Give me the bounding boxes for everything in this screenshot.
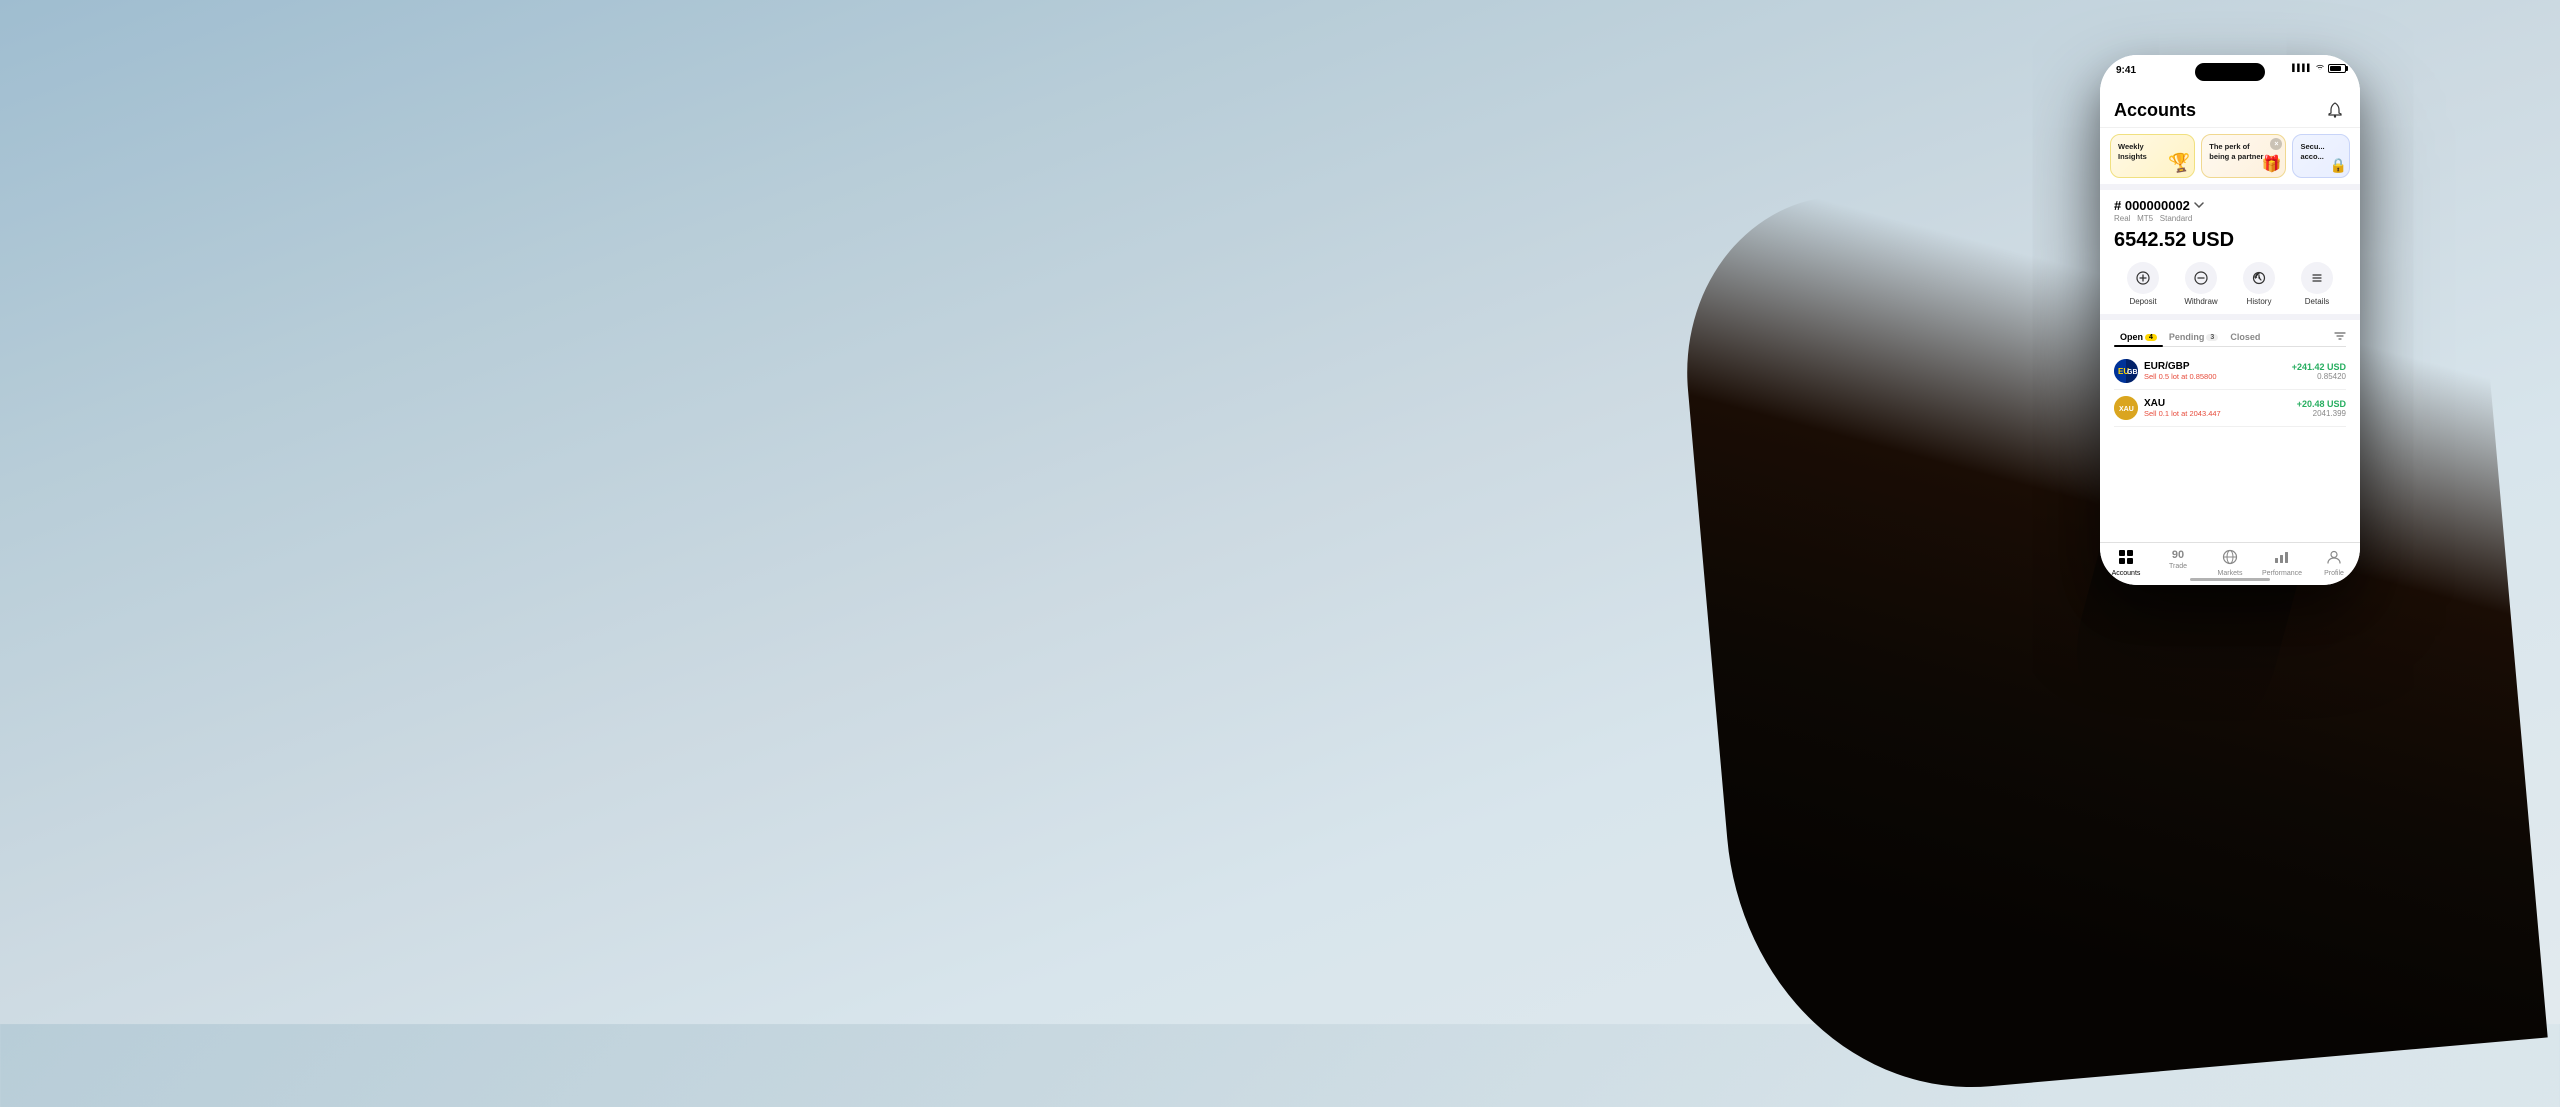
accounts-nav-label: Accounts	[2112, 570, 2141, 577]
tab-pending[interactable]: Pending 3	[2163, 328, 2224, 346]
withdraw-button[interactable]: Withdraw	[2172, 262, 2230, 306]
nav-profile[interactable]: Profile	[2308, 549, 2360, 577]
deposit-button[interactable]: Deposit	[2114, 262, 2172, 306]
action-buttons-row: Deposit Withdraw	[2114, 262, 2346, 306]
tab-open[interactable]: Open 4	[2114, 328, 2163, 346]
xau-profit-section: +20.48 USD 2041.399	[2297, 399, 2346, 418]
status-icons: ▌▌▌▌	[2292, 63, 2346, 73]
tabs-row: Open 4 Pending 3 Closed	[2114, 328, 2346, 347]
trade-list: EU GB EUR/GBP Sell 0.5 lot at 0.85800 +2…	[2100, 347, 2360, 433]
history-icon	[2243, 262, 2275, 294]
details-label: Details	[2305, 297, 2329, 306]
signal-icon: ▌▌▌▌	[2292, 65, 2312, 72]
account-number-row: # 000000002	[2114, 198, 2346, 213]
tab-pending-label: Pending	[2169, 332, 2205, 342]
nav-accounts[interactable]: Accounts	[2100, 549, 2152, 577]
phone-device: 9:41 ▌▌▌▌	[2100, 55, 2360, 585]
home-indicator	[2190, 578, 2270, 581]
dynamic-island	[2195, 63, 2265, 81]
trades-tabs-section: Open 4 Pending 3 Closed	[2100, 314, 2360, 347]
nav-performance[interactable]: Performance	[2256, 549, 2308, 577]
markets-nav-icon	[2222, 549, 2238, 568]
trade-item-eurgbp[interactable]: EU GB EUR/GBP Sell 0.5 lot at 0.85800 +2…	[2114, 353, 2346, 390]
history-label: History	[2247, 297, 2272, 306]
status-bar: 9:41 ▌▌▌▌	[2100, 55, 2360, 91]
account-type-plan: Standard	[2160, 214, 2192, 223]
svg-text:XAU: XAU	[2119, 406, 2134, 413]
promo-card-secure[interactable]: Secu...acco... 🔒	[2292, 134, 2350, 178]
tab-closed[interactable]: Closed	[2224, 328, 2266, 346]
promo-card-weekly[interactable]: WeeklyInsights 🏆	[2110, 134, 2195, 178]
trade-nav-icon: 90	[2172, 549, 2184, 561]
sort-icon[interactable]	[2334, 330, 2346, 345]
performance-nav-label: Performance	[2262, 570, 2302, 577]
account-section: # 000000002 Real MT5 Standard 6542.52 US…	[2100, 184, 2360, 314]
trade-item-xau[interactable]: XAU XAU Sell 0.1 lot at 2043.447 +20.48 …	[2114, 390, 2346, 427]
promo-partner-icon: 🎁	[2262, 154, 2282, 174]
trade-nav-label: Trade	[2169, 563, 2187, 570]
account-dropdown-icon[interactable]	[2194, 200, 2204, 211]
nav-markets[interactable]: Markets	[2204, 549, 2256, 577]
xau-price: 2041.399	[2297, 409, 2346, 418]
xau-flag-icon: XAU	[2114, 396, 2138, 420]
page-title: Accounts	[2114, 100, 2196, 121]
xau-info: XAU Sell 0.1 lot at 2043.447	[2144, 398, 2221, 418]
tab-closed-label: Closed	[2230, 332, 2260, 342]
tab-open-badge: 4	[2145, 334, 2157, 341]
nav-trade[interactable]: 90 Trade	[2152, 549, 2204, 577]
tab-pending-badge: 3	[2206, 334, 2218, 341]
status-time: 9:41	[2116, 65, 2136, 76]
account-meta: Real MT5 Standard	[2114, 214, 2346, 223]
performance-nav-icon	[2274, 549, 2290, 568]
eurgbp-detail: Sell 0.5 lot at 0.85800	[2144, 372, 2217, 381]
details-button[interactable]: Details	[2288, 262, 2346, 306]
account-type-real: Real	[2114, 214, 2130, 223]
account-number-text: # 000000002	[2114, 198, 2190, 213]
phone-screen: 9:41 ▌▌▌▌	[2100, 55, 2360, 585]
battery-icon	[2328, 64, 2346, 73]
withdraw-label: Withdraw	[2184, 297, 2217, 306]
promo-secure-icon: 🔒	[2330, 157, 2347, 174]
promo-cards-section: WeeklyInsights 🏆 × The perk ofbeing a pa…	[2100, 128, 2360, 184]
account-type-mt: MT5	[2137, 214, 2153, 223]
profile-nav-label: Profile	[2324, 570, 2344, 577]
xau-pair: XAU	[2144, 398, 2221, 409]
eurgbp-info: EUR/GBP Sell 0.5 lot at 0.85800	[2144, 361, 2217, 381]
details-icon	[2301, 262, 2333, 294]
profile-nav-icon	[2326, 549, 2342, 568]
eurgbp-profit: +241.42 USD	[2292, 362, 2346, 372]
accounts-nav-icon	[2118, 549, 2134, 568]
phone-body: 9:41 ▌▌▌▌	[2100, 55, 2360, 585]
promo-weekly-icon: 🏆	[2167, 151, 2193, 176]
history-button[interactable]: History	[2230, 262, 2288, 306]
deposit-label: Deposit	[2129, 297, 2156, 306]
eurgbp-price: 0.85420	[2292, 372, 2346, 381]
markets-nav-label: Markets	[2218, 570, 2243, 577]
eurgbp-pair: EUR/GBP	[2144, 361, 2217, 372]
notification-bell-icon[interactable]	[2324, 99, 2346, 121]
xau-detail: Sell 0.1 lot at 2043.447	[2144, 409, 2221, 418]
eurgbp-flag-icon: EU GB	[2114, 359, 2138, 383]
app-header: Accounts	[2100, 91, 2360, 128]
tab-open-label: Open	[2120, 332, 2143, 342]
wifi-icon	[2315, 63, 2325, 73]
promo-card-partner[interactable]: × The perk ofbeing a partner 🎁	[2201, 134, 2286, 178]
eurgbp-profit-section: +241.42 USD 0.85420	[2292, 362, 2346, 381]
svg-text:GB: GB	[2127, 369, 2138, 376]
xau-profit: +20.48 USD	[2297, 399, 2346, 409]
deposit-icon	[2127, 262, 2159, 294]
account-balance: 6542.52 USD	[2114, 229, 2346, 252]
promo-close-icon[interactable]: ×	[2270, 138, 2282, 150]
withdraw-icon	[2185, 262, 2217, 294]
